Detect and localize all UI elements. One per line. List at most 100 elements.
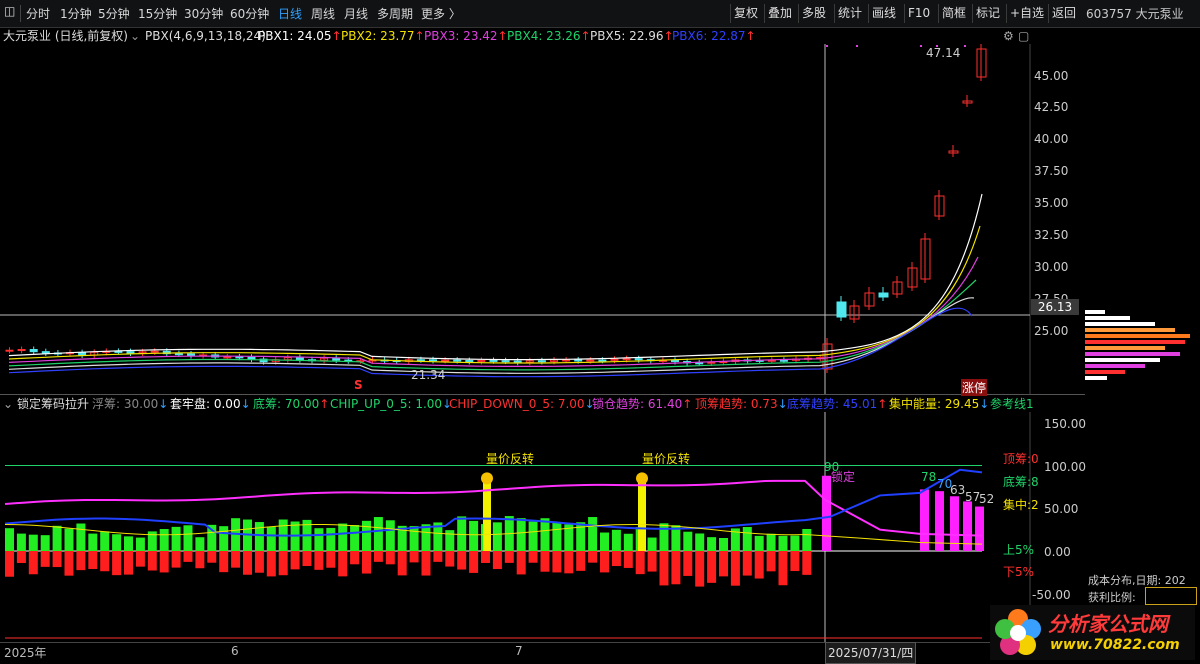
- chip-bar: [1085, 322, 1155, 326]
- indicator-chart[interactable]: [0, 412, 1085, 642]
- top-marker: [920, 45, 922, 47]
- stock-code-name: 603757 大元泵业: [1086, 7, 1184, 21]
- up-chip-bar: [112, 534, 122, 551]
- down-chip-bar: [100, 551, 110, 572]
- down-chip-bar: [730, 551, 740, 586]
- down-chip-bar: [373, 551, 383, 562]
- up-chip-bar: [40, 535, 50, 551]
- candlestick-chart[interactable]: [0, 44, 1085, 394]
- toolbar-button-9[interactable]: 返回: [1048, 4, 1079, 23]
- down-chip-bar: [254, 551, 264, 573]
- indicator-legend-5: CHIP_DOWN_0_5: 7.00↓: [449, 397, 595, 411]
- settings-icon[interactable]: ⚙: [1003, 28, 1014, 44]
- indicator-legend-6: 锁仓趋势: 61.40↑: [592, 397, 693, 411]
- up-chip-bar: [52, 525, 62, 551]
- up-chip-bar: [802, 528, 812, 551]
- value-90: 90: [824, 460, 840, 474]
- chart-title: 大元泵业 (日线,前复权): [3, 29, 128, 43]
- reversal-label-1: 量价反转: [486, 452, 535, 466]
- down-chip-bar: [266, 551, 276, 577]
- down-chip-bar: [659, 551, 669, 586]
- period-tab-3[interactable]: 15分钟: [138, 5, 177, 22]
- lock-bar: [822, 475, 831, 551]
- toolbar-button-3[interactable]: 统计: [834, 4, 865, 23]
- period-tab-4[interactable]: 30分钟: [184, 5, 223, 22]
- formula-dropdown-icon[interactable]: ⌄: [130, 28, 140, 44]
- period-tab-7[interactable]: 周线: [311, 5, 335, 22]
- indicator-legend-4: CHIP_UP_0_5: 1.00↓: [330, 397, 453, 411]
- candle: [562, 359, 571, 362]
- down-chip-bar: [219, 551, 229, 573]
- flower-logo-icon: [995, 609, 1041, 655]
- toolbar-button-2[interactable]: 多股: [798, 4, 829, 23]
- up5-label: 上5%: [1003, 543, 1035, 557]
- toolbar-button-7[interactable]: 标记: [972, 4, 1003, 23]
- candle: [610, 358, 619, 361]
- period-tab-1[interactable]: 1分钟: [60, 5, 92, 22]
- up-chip-bar: [623, 533, 633, 551]
- up-chip-bar: [350, 525, 360, 551]
- down-chip-bar: [766, 551, 776, 572]
- chip-bar: [1085, 370, 1125, 374]
- toolbar-button-8[interactable]: +自选: [1006, 4, 1047, 23]
- price-tick: 32.50: [1034, 228, 1069, 242]
- price-tick: 30.00: [1034, 260, 1069, 274]
- down-chip-bar: [231, 551, 241, 568]
- down-chip-bar: [421, 551, 431, 576]
- down-chip-bar: [647, 551, 657, 572]
- up-chip-bar: [457, 516, 467, 551]
- down-chip-bar: [290, 551, 300, 570]
- candle: [489, 359, 498, 362]
- up-chip-bar: [76, 523, 86, 551]
- candle: [836, 301, 847, 318]
- down-chip-bar: [409, 551, 419, 563]
- down-chip-bar: [635, 551, 645, 575]
- date-label-june: 6: [231, 644, 239, 658]
- candle: [429, 359, 437, 362]
- chip-bar: [1085, 316, 1130, 320]
- down-chip-bar: [76, 551, 86, 571]
- down-chip-bar: [433, 551, 443, 562]
- indicator-tick: 0.00: [1044, 545, 1071, 559]
- sidebar-toggle-icon[interactable]: ◫: [4, 4, 15, 18]
- up-chip-bar: [219, 526, 229, 551]
- value-52: 52: [979, 492, 995, 506]
- up-chip-bar: [707, 537, 717, 551]
- pbx-legend-2: PBX2: 23.77↑: [341, 29, 425, 43]
- chip-bar: [1085, 328, 1175, 332]
- down-chip-bar: [754, 551, 764, 579]
- up-chip-bar: [540, 518, 550, 551]
- up-chip-bar: [124, 536, 133, 551]
- price-tick: 37.50: [1034, 164, 1069, 178]
- down-chip-bar: [469, 551, 479, 573]
- indicator-legend-10: 参考线1: [990, 397, 1034, 411]
- window-icon[interactable]: ▢: [1018, 28, 1029, 44]
- up-chip-bar: [528, 521, 538, 551]
- candle: [29, 349, 38, 353]
- up-chip-bar: [254, 522, 264, 551]
- period-tab-8[interactable]: 月线: [344, 5, 368, 22]
- period-tab-0[interactable]: 分时: [26, 5, 50, 22]
- down-chip-bar: [314, 551, 324, 570]
- period-tab-5[interactable]: 60分钟: [230, 5, 269, 22]
- profit-ratio-field[interactable]: [1145, 587, 1197, 605]
- up-chip-bar: [695, 533, 705, 551]
- toolbar-button-4[interactable]: 画线: [868, 4, 899, 23]
- toolbar-button-0[interactable]: 复权: [730, 4, 761, 23]
- indicator-dropdown-icon[interactable]: ⌄: [3, 396, 13, 412]
- period-tab-10[interactable]: 更多 〉: [421, 5, 461, 22]
- period-tab-9[interactable]: 多周期: [377, 5, 413, 22]
- toolbar-button-6[interactable]: 简框: [938, 4, 969, 23]
- up-chip-bar: [338, 523, 348, 551]
- profit-ratio-label: 获利比例:: [1088, 591, 1136, 604]
- candle: [41, 351, 50, 354]
- down-chip-bar: [135, 551, 145, 567]
- period-tab-2[interactable]: 5分钟: [98, 5, 130, 22]
- toolbar-button-1[interactable]: 叠加: [764, 4, 795, 23]
- indicator-legend-9: 集中能量: 29.45↓: [889, 397, 990, 411]
- period-tab-6[interactable]: 日线: [278, 5, 302, 22]
- toolbar-button-5[interactable]: F10: [904, 4, 933, 23]
- candle: [453, 359, 462, 362]
- candle: [441, 359, 450, 362]
- down-chip-bar: [707, 551, 717, 583]
